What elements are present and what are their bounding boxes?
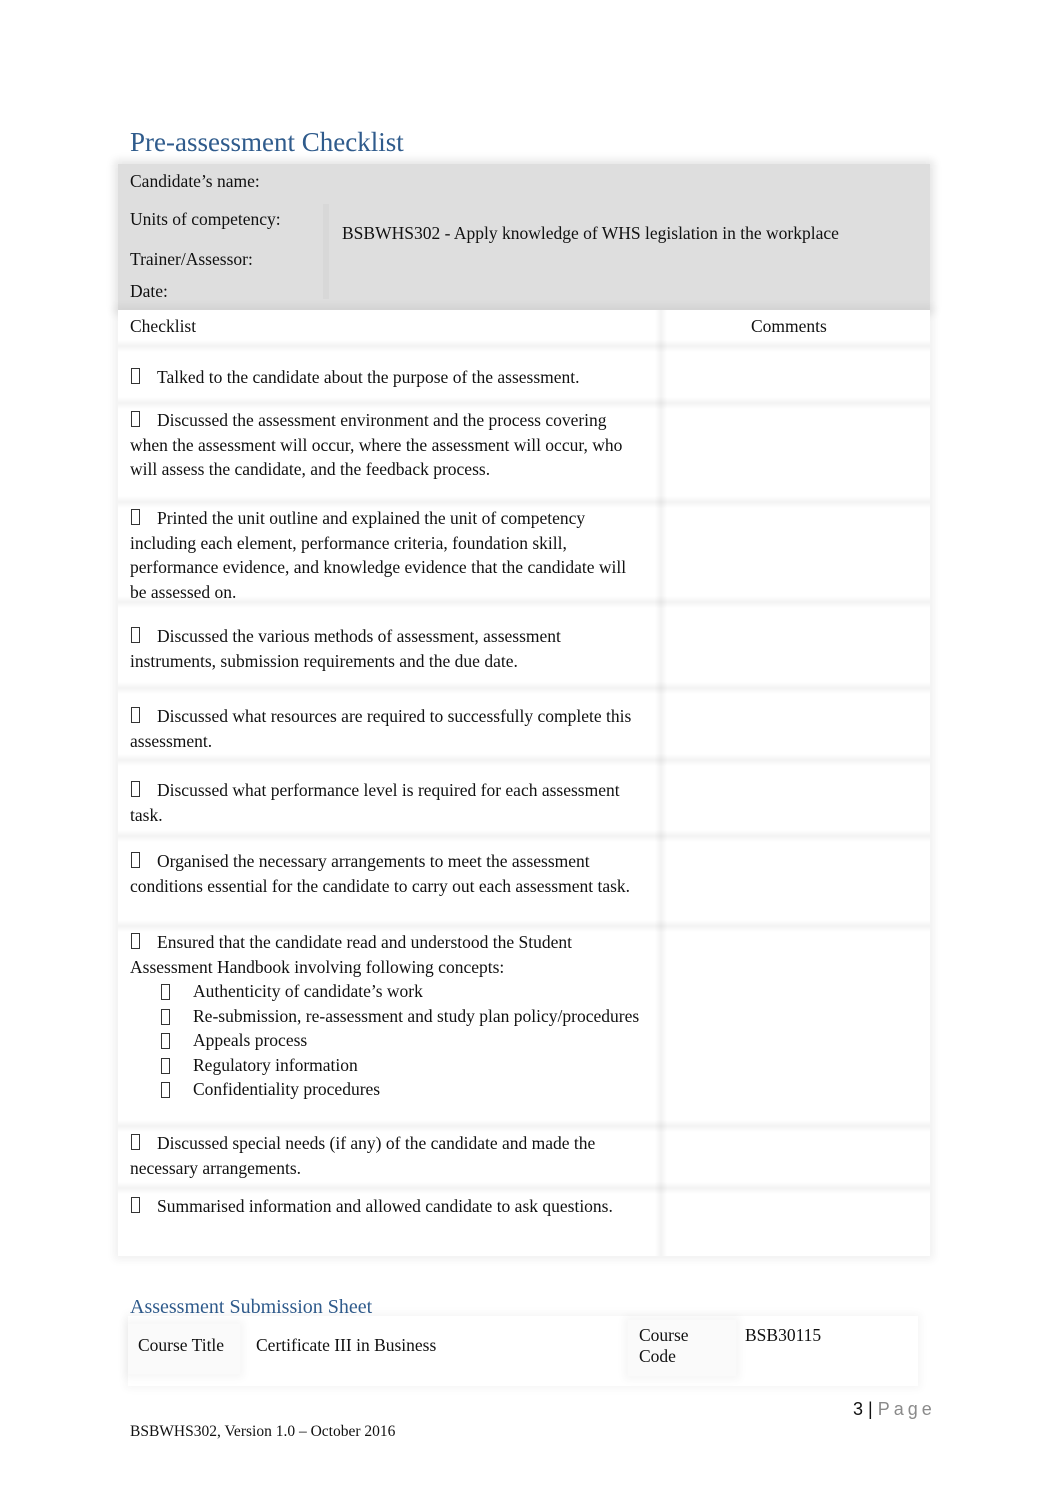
- checklist-item[interactable]: Organised the necessary arrangements to …: [130, 849, 645, 898]
- checkbox-icon[interactable]: [131, 933, 140, 949]
- concept-item[interactable]: Re-submission, re-assessment and study p…: [161, 1004, 645, 1029]
- checkbox-icon[interactable]: [161, 1057, 170, 1074]
- checklist-table: Checklist Comments Talked to the candida…: [118, 310, 930, 1256]
- concept-text: Regulatory information: [193, 1054, 358, 1075]
- footer-version: BSBWHS302, Version 1.0 – October 2016: [130, 1423, 396, 1440]
- checklist-item-text: Discussed the various methods of assessm…: [130, 626, 561, 671]
- course-code-value: BSB30115: [745, 1325, 822, 1345]
- candidate-name-label: Candidate’s name:: [130, 171, 260, 191]
- checklist-item[interactable]: Discussed special needs (if any) of the …: [130, 1131, 645, 1180]
- concept-item[interactable]: Regulatory information: [161, 1053, 645, 1078]
- checkbox-icon[interactable]: [131, 368, 140, 384]
- checkbox-icon[interactable]: [161, 1033, 170, 1049]
- checkbox-icon[interactable]: [131, 509, 140, 525]
- row-separator: [118, 682, 930, 694]
- concept-item[interactable]: Authenticity of candidate’s work: [161, 979, 645, 1004]
- checklist-item[interactable]: Talked to the candidate about the purpos…: [130, 365, 645, 390]
- course-title-value: Certificate III in Business: [256, 1335, 437, 1355]
- page-word: Page: [877, 1399, 936, 1419]
- units-label: Units of competency:: [130, 209, 281, 229]
- concept-item[interactable]: Appeals process: [161, 1028, 645, 1053]
- candidate-info-block: Candidate’s name: Units of competency: T…: [118, 164, 930, 310]
- column-header-checklist: Checklist: [130, 316, 197, 336]
- checklist-item-text: Printed the unit outline and explained t…: [130, 508, 627, 602]
- checklist-item-text: Organised the necessary arrangements to …: [130, 851, 631, 896]
- checklist-item[interactable]: Printed the unit outline and explained t…: [130, 506, 645, 604]
- row-separator: [118, 1182, 930, 1194]
- checklist-item[interactable]: Discussed what resources are required to…: [130, 704, 645, 753]
- checklist-item-text: Discussed what resources are required to…: [130, 706, 632, 751]
- units-value: BSBWHS302 - Apply knowledge of WHS legis…: [342, 223, 839, 243]
- row-separator: [118, 340, 930, 352]
- concept-item[interactable]: Confidentiality procedures: [161, 1077, 645, 1102]
- checkbox-icon[interactable]: [131, 1197, 140, 1213]
- concepts-list: Authenticity of candidate’s work Re-subm…: [130, 979, 645, 1102]
- checklist-item[interactable]: Discussed the assessment environment and…: [130, 408, 645, 482]
- checklist-item-text: Discussed special needs (if any) of the …: [130, 1133, 596, 1178]
- checklist-item-text: Discussed what performance level is requ…: [130, 780, 620, 825]
- checkbox-icon[interactable]: [131, 707, 140, 723]
- checkbox-icon[interactable]: [131, 852, 140, 868]
- checklist-item[interactable]: Ensured that the candidate read and unde…: [130, 930, 645, 1102]
- checklist-item[interactable]: Discussed what performance level is requ…: [130, 778, 645, 827]
- submission-table: Course Title Certificate III in Business…: [128, 1316, 918, 1386]
- checklist-item[interactable]: Summarised information and allowed candi…: [130, 1194, 645, 1219]
- checkbox-icon[interactable]: [161, 984, 170, 1000]
- checklist-item-text: Ensured that the candidate read and unde…: [130, 932, 573, 977]
- row-separator: [118, 830, 930, 842]
- checkbox-icon[interactable]: [161, 1082, 170, 1098]
- checklist-item-text: Talked to the candidate about the purpos…: [157, 367, 580, 387]
- concept-text: Authenticity of candidate’s work: [193, 981, 423, 1001]
- checklist-item-text: Discussed the assessment environment and…: [130, 410, 623, 479]
- column-divider: [655, 310, 667, 1256]
- course-code-label: Course Code: [639, 1325, 689, 1366]
- header-divider: [323, 204, 329, 299]
- column-header-comments: Comments: [751, 316, 827, 336]
- checklist-item[interactable]: Discussed the various methods of assessm…: [130, 624, 645, 673]
- checkbox-icon[interactable]: [131, 411, 140, 427]
- concept-text: Appeals process: [193, 1030, 308, 1050]
- page-number: 3 | Page: [853, 1399, 936, 1420]
- page-separator: |: [868, 1399, 873, 1419]
- course-title-label: Course Title: [138, 1335, 225, 1355]
- row-separator: [118, 754, 930, 766]
- checkbox-icon[interactable]: [131, 781, 140, 797]
- page-number-value: 3: [853, 1399, 864, 1419]
- date-label: Date:: [130, 281, 168, 301]
- checkbox-icon[interactable]: [161, 1008, 170, 1025]
- page-title: Pre-assessment Checklist: [130, 127, 404, 157]
- checkbox-icon[interactable]: [131, 627, 140, 643]
- trainer-label: Trainer/Assessor:: [130, 249, 253, 269]
- concept-text: Re-submission, re-assessment and study p…: [193, 1005, 640, 1026]
- concept-text: Confidentiality procedures: [193, 1079, 381, 1099]
- checkbox-icon[interactable]: [131, 1134, 140, 1150]
- checklist-item-text: Summarised information and allowed candi…: [157, 1196, 613, 1216]
